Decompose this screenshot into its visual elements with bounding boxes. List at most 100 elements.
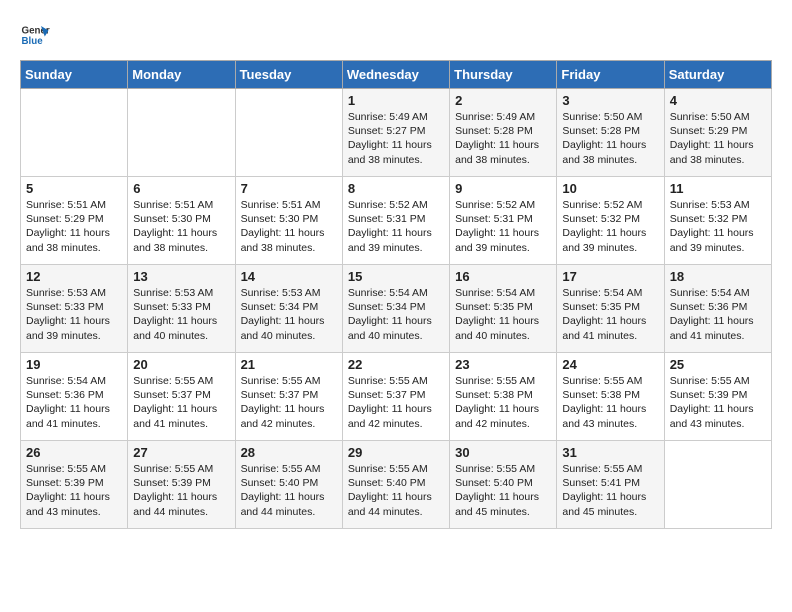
day-cell: 26 Sunrise: 5:55 AM Sunset: 5:39 PM Dayli… <box>21 441 128 529</box>
day-info: Sunrise: 5:55 AM Sunset: 5:39 PM Dayligh… <box>26 462 122 519</box>
day-number: 9 <box>455 181 551 196</box>
day-cell: 8 Sunrise: 5:52 AM Sunset: 5:31 PM Daylig… <box>342 177 449 265</box>
day-cell: 19 Sunrise: 5:54 AM Sunset: 5:36 PM Dayli… <box>21 353 128 441</box>
weekday-header-sunday: Sunday <box>21 61 128 89</box>
day-cell <box>235 89 342 177</box>
logo: General Blue <box>20 20 54 50</box>
day-number: 23 <box>455 357 551 372</box>
day-cell: 15 Sunrise: 5:54 AM Sunset: 5:34 PM Dayli… <box>342 265 449 353</box>
day-number: 20 <box>133 357 229 372</box>
day-cell: 2 Sunrise: 5:49 AM Sunset: 5:28 PM Daylig… <box>450 89 557 177</box>
day-number: 26 <box>26 445 122 460</box>
day-info: Sunrise: 5:50 AM Sunset: 5:28 PM Dayligh… <box>562 110 658 167</box>
weekday-header-saturday: Saturday <box>664 61 771 89</box>
day-info: Sunrise: 5:54 AM Sunset: 5:35 PM Dayligh… <box>455 286 551 343</box>
day-info: Sunrise: 5:51 AM Sunset: 5:30 PM Dayligh… <box>133 198 229 255</box>
day-info: Sunrise: 5:55 AM Sunset: 5:38 PM Dayligh… <box>562 374 658 431</box>
day-number: 11 <box>670 181 766 196</box>
day-number: 1 <box>348 93 444 108</box>
day-cell: 3 Sunrise: 5:50 AM Sunset: 5:28 PM Daylig… <box>557 89 664 177</box>
day-cell: 31Sunrise: 5:55 AM Sunset: 5:41 PM Dayli… <box>557 441 664 529</box>
day-cell: 23 Sunrise: 5:55 AM Sunset: 5:38 PM Dayli… <box>450 353 557 441</box>
weekday-header-friday: Friday <box>557 61 664 89</box>
day-number: 2 <box>455 93 551 108</box>
day-cell: 5Sunrise: 5:51 AM Sunset: 5:29 PM Daylig… <box>21 177 128 265</box>
day-number: 29 <box>348 445 444 460</box>
weekday-header-thursday: Thursday <box>450 61 557 89</box>
day-number: 6 <box>133 181 229 196</box>
day-number: 13 <box>133 269 229 284</box>
day-number: 27 <box>133 445 229 460</box>
day-number: 12 <box>26 269 122 284</box>
day-number: 16 <box>455 269 551 284</box>
day-info: Sunrise: 5:55 AM Sunset: 5:40 PM Dayligh… <box>455 462 551 519</box>
day-cell: 25 Sunrise: 5:55 AM Sunset: 5:39 PM Dayli… <box>664 353 771 441</box>
day-cell <box>664 441 771 529</box>
day-cell: 29 Sunrise: 5:55 AM Sunset: 5:40 PM Dayli… <box>342 441 449 529</box>
day-number: 5 <box>26 181 122 196</box>
day-info: Sunrise: 5:55 AM Sunset: 5:39 PM Dayligh… <box>133 462 229 519</box>
week-row-2: 5Sunrise: 5:51 AM Sunset: 5:29 PM Daylig… <box>21 177 772 265</box>
day-cell: 27 Sunrise: 5:55 AM Sunset: 5:39 PM Dayli… <box>128 441 235 529</box>
day-number: 3 <box>562 93 658 108</box>
week-row-4: 19 Sunrise: 5:54 AM Sunset: 5:36 PM Dayli… <box>21 353 772 441</box>
day-number: 30 <box>455 445 551 460</box>
day-cell <box>128 89 235 177</box>
day-cell <box>21 89 128 177</box>
day-cell: 12Sunrise: 5:53 AM Sunset: 5:33 PM Dayli… <box>21 265 128 353</box>
svg-text:Blue: Blue <box>22 36 44 47</box>
calendar-body: 1 Sunrise: 5:49 AM Sunset: 5:27 PM Daylig… <box>21 89 772 529</box>
day-info: Sunrise: 5:53 AM Sunset: 5:33 PM Dayligh… <box>133 286 229 343</box>
page-header: General Blue <box>20 20 772 50</box>
day-number: 15 <box>348 269 444 284</box>
weekday-header-tuesday: Tuesday <box>235 61 342 89</box>
day-info: Sunrise: 5:49 AM Sunset: 5:28 PM Dayligh… <box>455 110 551 167</box>
day-cell: 1 Sunrise: 5:49 AM Sunset: 5:27 PM Daylig… <box>342 89 449 177</box>
day-cell: 11 Sunrise: 5:53 AM Sunset: 5:32 PM Dayli… <box>664 177 771 265</box>
day-number: 22 <box>348 357 444 372</box>
day-cell: 14 Sunrise: 5:53 AM Sunset: 5:34 PM Dayli… <box>235 265 342 353</box>
day-info: Sunrise: 5:54 AM Sunset: 5:35 PM Dayligh… <box>562 286 658 343</box>
day-info: Sunrise: 5:54 AM Sunset: 5:36 PM Dayligh… <box>670 286 766 343</box>
day-info: Sunrise: 5:55 AM Sunset: 5:40 PM Dayligh… <box>241 462 337 519</box>
day-info: Sunrise: 5:54 AM Sunset: 5:34 PM Dayligh… <box>348 286 444 343</box>
day-cell: 7Sunrise: 5:51 AM Sunset: 5:30 PM Daylig… <box>235 177 342 265</box>
day-info: Sunrise: 5:55 AM Sunset: 5:38 PM Dayligh… <box>455 374 551 431</box>
day-number: 24 <box>562 357 658 372</box>
week-row-1: 1 Sunrise: 5:49 AM Sunset: 5:27 PM Daylig… <box>21 89 772 177</box>
day-info: Sunrise: 5:54 AM Sunset: 5:36 PM Dayligh… <box>26 374 122 431</box>
week-row-5: 26 Sunrise: 5:55 AM Sunset: 5:39 PM Dayli… <box>21 441 772 529</box>
day-number: 8 <box>348 181 444 196</box>
day-number: 31 <box>562 445 658 460</box>
day-info: Sunrise: 5:55 AM Sunset: 5:39 PM Dayligh… <box>670 374 766 431</box>
day-info: Sunrise: 5:52 AM Sunset: 5:31 PM Dayligh… <box>455 198 551 255</box>
day-info: Sunrise: 5:53 AM Sunset: 5:34 PM Dayligh… <box>241 286 337 343</box>
day-number: 4 <box>670 93 766 108</box>
day-number: 25 <box>670 357 766 372</box>
day-info: Sunrise: 5:52 AM Sunset: 5:32 PM Dayligh… <box>562 198 658 255</box>
day-info: Sunrise: 5:52 AM Sunset: 5:31 PM Dayligh… <box>348 198 444 255</box>
day-number: 10 <box>562 181 658 196</box>
day-number: 14 <box>241 269 337 284</box>
day-info: Sunrise: 5:53 AM Sunset: 5:32 PM Dayligh… <box>670 198 766 255</box>
day-info: Sunrise: 5:49 AM Sunset: 5:27 PM Dayligh… <box>348 110 444 167</box>
day-number: 17 <box>562 269 658 284</box>
day-info: Sunrise: 5:55 AM Sunset: 5:40 PM Dayligh… <box>348 462 444 519</box>
day-cell: 16 Sunrise: 5:54 AM Sunset: 5:35 PM Dayli… <box>450 265 557 353</box>
week-row-3: 12 Sunrise: 5:53 AM Sunset: 5:33 PM Dayli… <box>21 265 772 353</box>
day-info: Sunrise: 5:55 AM Sunset: 5:37 PM Dayligh… <box>241 374 337 431</box>
day-cell: 22Sunrise: 5:55 AM Sunset: 5:37 PM Dayli… <box>342 353 449 441</box>
day-cell: 28Sunrise: 5:55 AM Sunset: 5:40 PM Dayli… <box>235 441 342 529</box>
day-number: 19 <box>26 357 122 372</box>
day-cell: 9 Sunrise: 5:52 AM Sunset: 5:31 PM Daylig… <box>450 177 557 265</box>
weekday-header-monday: Monday <box>128 61 235 89</box>
day-cell: 21Sunrise: 5:55 AM Sunset: 5:37 PM Dayli… <box>235 353 342 441</box>
day-cell: 17 Sunrise: 5:54 AM Sunset: 5:35 PM Dayli… <box>557 265 664 353</box>
calendar-table: SundayMondayTuesdayWednesdayThursdayFrid… <box>20 60 772 529</box>
day-cell: 6 Sunrise: 5:51 AM Sunset: 5:30 PM Daylig… <box>128 177 235 265</box>
day-cell: 30 Sunrise: 5:55 AM Sunset: 5:40 PM Dayli… <box>450 441 557 529</box>
weekday-header-wednesday: Wednesday <box>342 61 449 89</box>
logo-icon: General Blue <box>20 20 50 50</box>
day-cell: 20Sunrise: 5:55 AM Sunset: 5:37 PM Dayli… <box>128 353 235 441</box>
day-cell: 13 Sunrise: 5:53 AM Sunset: 5:33 PM Dayli… <box>128 265 235 353</box>
